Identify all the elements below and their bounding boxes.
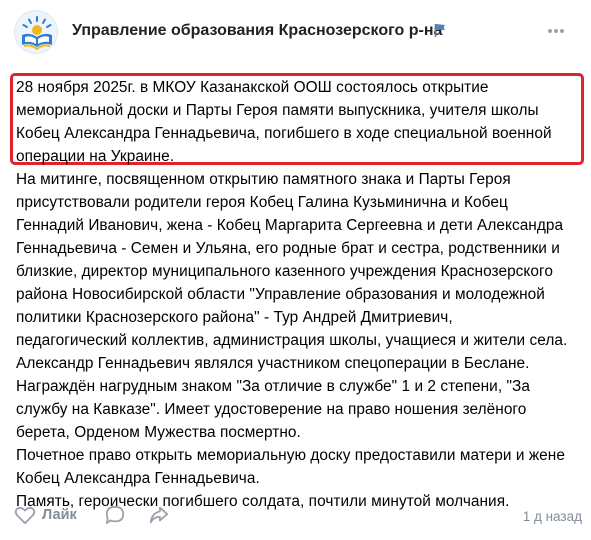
post-actions: Лайк 1 д назад	[14, 502, 584, 532]
group-name-link[interactable]: Управление образования Краснозерского р-…	[72, 22, 442, 40]
share-arrow-icon[interactable]	[148, 505, 170, 525]
education-logo-icon	[22, 16, 52, 51]
blue-flag-icon	[434, 24, 445, 37]
post-timestamp[interactable]: 1 д назад	[523, 509, 582, 524]
like-button[interactable]: Лайк	[42, 507, 77, 523]
comment-bubble-icon[interactable]	[105, 505, 125, 525]
post-card: Управление образования Краснозерского р-…	[0, 0, 591, 540]
post-header: Управление образования Краснозерского р-…	[14, 10, 584, 56]
heart-icon[interactable]	[14, 505, 36, 525]
more-options-icon[interactable]	[547, 28, 565, 34]
group-avatar[interactable]	[14, 10, 58, 54]
post-intro-text: 28 ноября 2025г. в МКОУ Казанакской ООШ …	[16, 79, 552, 165]
post-body-text: На митинге, посвященном открытию памятно…	[16, 171, 568, 510]
